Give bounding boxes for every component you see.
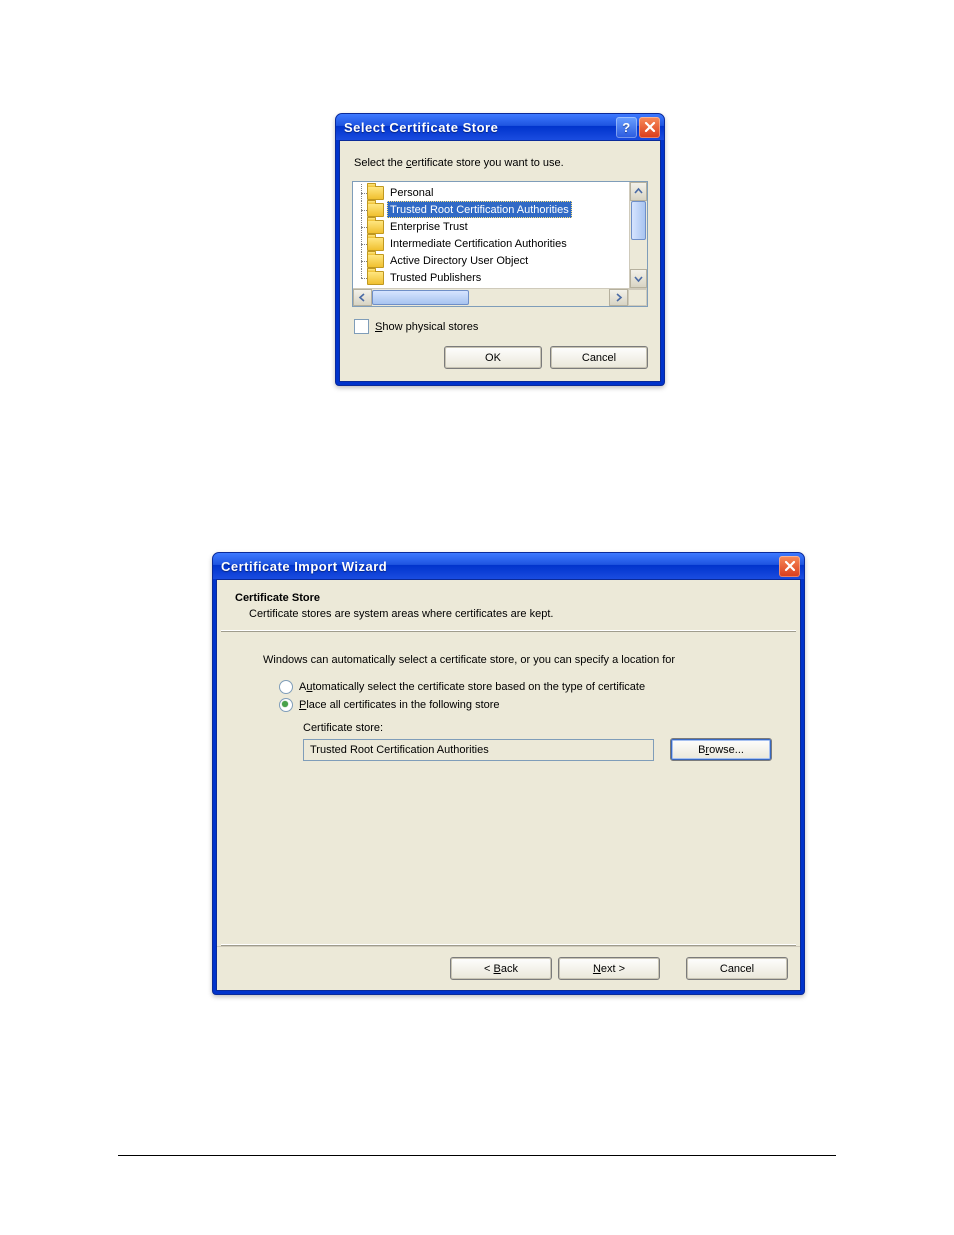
scroll-corner xyxy=(628,289,647,306)
select-certificate-store-dialog: Select Certificate Store ? Select the ce… xyxy=(335,113,665,386)
cancel-button[interactable]: Cancel xyxy=(550,346,648,369)
chevron-right-icon xyxy=(614,293,623,302)
horizontal-scrollbar[interactable] xyxy=(353,288,647,306)
vertical-scrollbar[interactable] xyxy=(629,182,647,288)
close-button[interactable] xyxy=(639,117,660,138)
titlebar[interactable]: Certificate Import Wizard xyxy=(213,553,804,579)
tree-item-label: Personal xyxy=(387,185,436,200)
tree-item-label: Enterprise Trust xyxy=(387,219,471,234)
back-button[interactable]: < Back xyxy=(450,957,552,980)
certificate-store-block: Certificate store: Trusted Root Certific… xyxy=(303,722,772,761)
close-icon xyxy=(784,560,796,572)
radio-auto-select[interactable]: Automatically select the certificate sto… xyxy=(279,680,772,694)
tree-lines xyxy=(357,184,367,201)
folder-icon xyxy=(367,254,384,268)
tree-lines xyxy=(357,269,367,286)
tree-item[interactable]: Trusted Root Certification Authorities xyxy=(357,201,629,218)
folder-icon xyxy=(367,271,384,285)
folder-icon xyxy=(367,237,384,251)
dialog-client: Certificate Store Certificate stores are… xyxy=(216,579,801,991)
tree-item[interactable]: Enterprise Trust xyxy=(357,218,629,235)
wizard-header-subtitle: Certificate stores are system areas wher… xyxy=(249,608,782,620)
tree-item-label: Trusted Root Certification Authorities xyxy=(387,201,572,218)
tree-item-label: Trusted Publishers xyxy=(387,270,484,285)
scroll-up-button[interactable] xyxy=(630,182,647,201)
page-rule xyxy=(118,1155,836,1156)
wizard-body: Windows can automatically select a certi… xyxy=(217,632,800,944)
tree-item-label: Active Directory User Object xyxy=(387,253,531,268)
tree-item[interactable]: Active Directory User Object xyxy=(357,252,629,269)
certificate-store-field: Trusted Root Certification Authorities xyxy=(303,739,654,761)
chevron-left-icon xyxy=(358,293,367,302)
radio-icon xyxy=(279,698,293,712)
radio-place-in-store[interactable]: Place all certificates in the following … xyxy=(279,698,772,712)
dialog-title: Certificate Import Wizard xyxy=(221,559,777,574)
scroll-down-button[interactable] xyxy=(630,269,647,288)
tree-lines xyxy=(357,235,367,252)
checkbox-icon xyxy=(354,319,369,334)
tree-lines xyxy=(357,218,367,235)
hscroll-thumb[interactable] xyxy=(372,290,469,305)
folder-icon xyxy=(367,203,384,217)
scroll-right-button[interactable] xyxy=(609,289,628,306)
titlebar[interactable]: Select Certificate Store ? xyxy=(336,114,664,140)
radio-label: Place all certificates in the following … xyxy=(299,699,500,711)
chevron-down-icon xyxy=(634,274,643,283)
tree-list: PersonalTrusted Root Certification Autho… xyxy=(353,182,629,288)
hscroll-track[interactable] xyxy=(372,289,609,306)
show-physical-stores-checkbox[interactable]: Show physical stores xyxy=(354,319,648,334)
prompt-text: Select the certificate store you want to… xyxy=(354,157,646,169)
dialog-client: Select the certificate store you want to… xyxy=(339,140,661,382)
help-button[interactable]: ? xyxy=(616,117,637,138)
radio-icon xyxy=(279,680,293,694)
wizard-header: Certificate Store Certificate stores are… xyxy=(217,580,800,630)
next-button[interactable]: Next > xyxy=(558,957,660,980)
scroll-thumb[interactable] xyxy=(631,201,646,240)
wizard-header-title: Certificate Store xyxy=(235,592,782,604)
help-icon: ? xyxy=(622,120,630,135)
chevron-up-icon xyxy=(634,187,643,196)
cancel-button[interactable]: Cancel xyxy=(686,957,788,980)
button-row: OK Cancel xyxy=(352,346,648,369)
folder-icon xyxy=(367,220,384,234)
tree-item-label: Intermediate Certification Authorities xyxy=(387,236,570,251)
tree-lines xyxy=(357,252,367,269)
close-icon xyxy=(644,121,656,133)
ok-button[interactable]: OK xyxy=(444,346,542,369)
tree-item[interactable]: Intermediate Certification Authorities xyxy=(357,235,629,252)
close-button[interactable] xyxy=(779,556,800,577)
radio-label: Automatically select the certificate sto… xyxy=(299,681,645,693)
dialog-title: Select Certificate Store xyxy=(344,120,614,135)
tree-item[interactable]: Personal xyxy=(357,184,629,201)
checkbox-label: Show physical stores xyxy=(375,321,478,333)
tree-lines xyxy=(357,201,367,218)
browse-button[interactable]: Browse... xyxy=(670,738,772,761)
wizard-footer: < Back Next > Cancel xyxy=(217,946,800,990)
tree-item[interactable]: Trusted Publishers xyxy=(357,269,629,286)
wizard-body-text: Windows can automatically select a certi… xyxy=(263,654,772,666)
certificate-import-wizard-dialog: Certificate Import Wizard Certificate St… xyxy=(212,552,805,995)
scroll-left-button[interactable] xyxy=(353,289,372,306)
scroll-track[interactable] xyxy=(630,201,647,269)
certificate-store-label: Certificate store: xyxy=(303,722,772,734)
certificate-store-tree[interactable]: PersonalTrusted Root Certification Autho… xyxy=(352,181,648,307)
folder-icon xyxy=(367,186,384,200)
